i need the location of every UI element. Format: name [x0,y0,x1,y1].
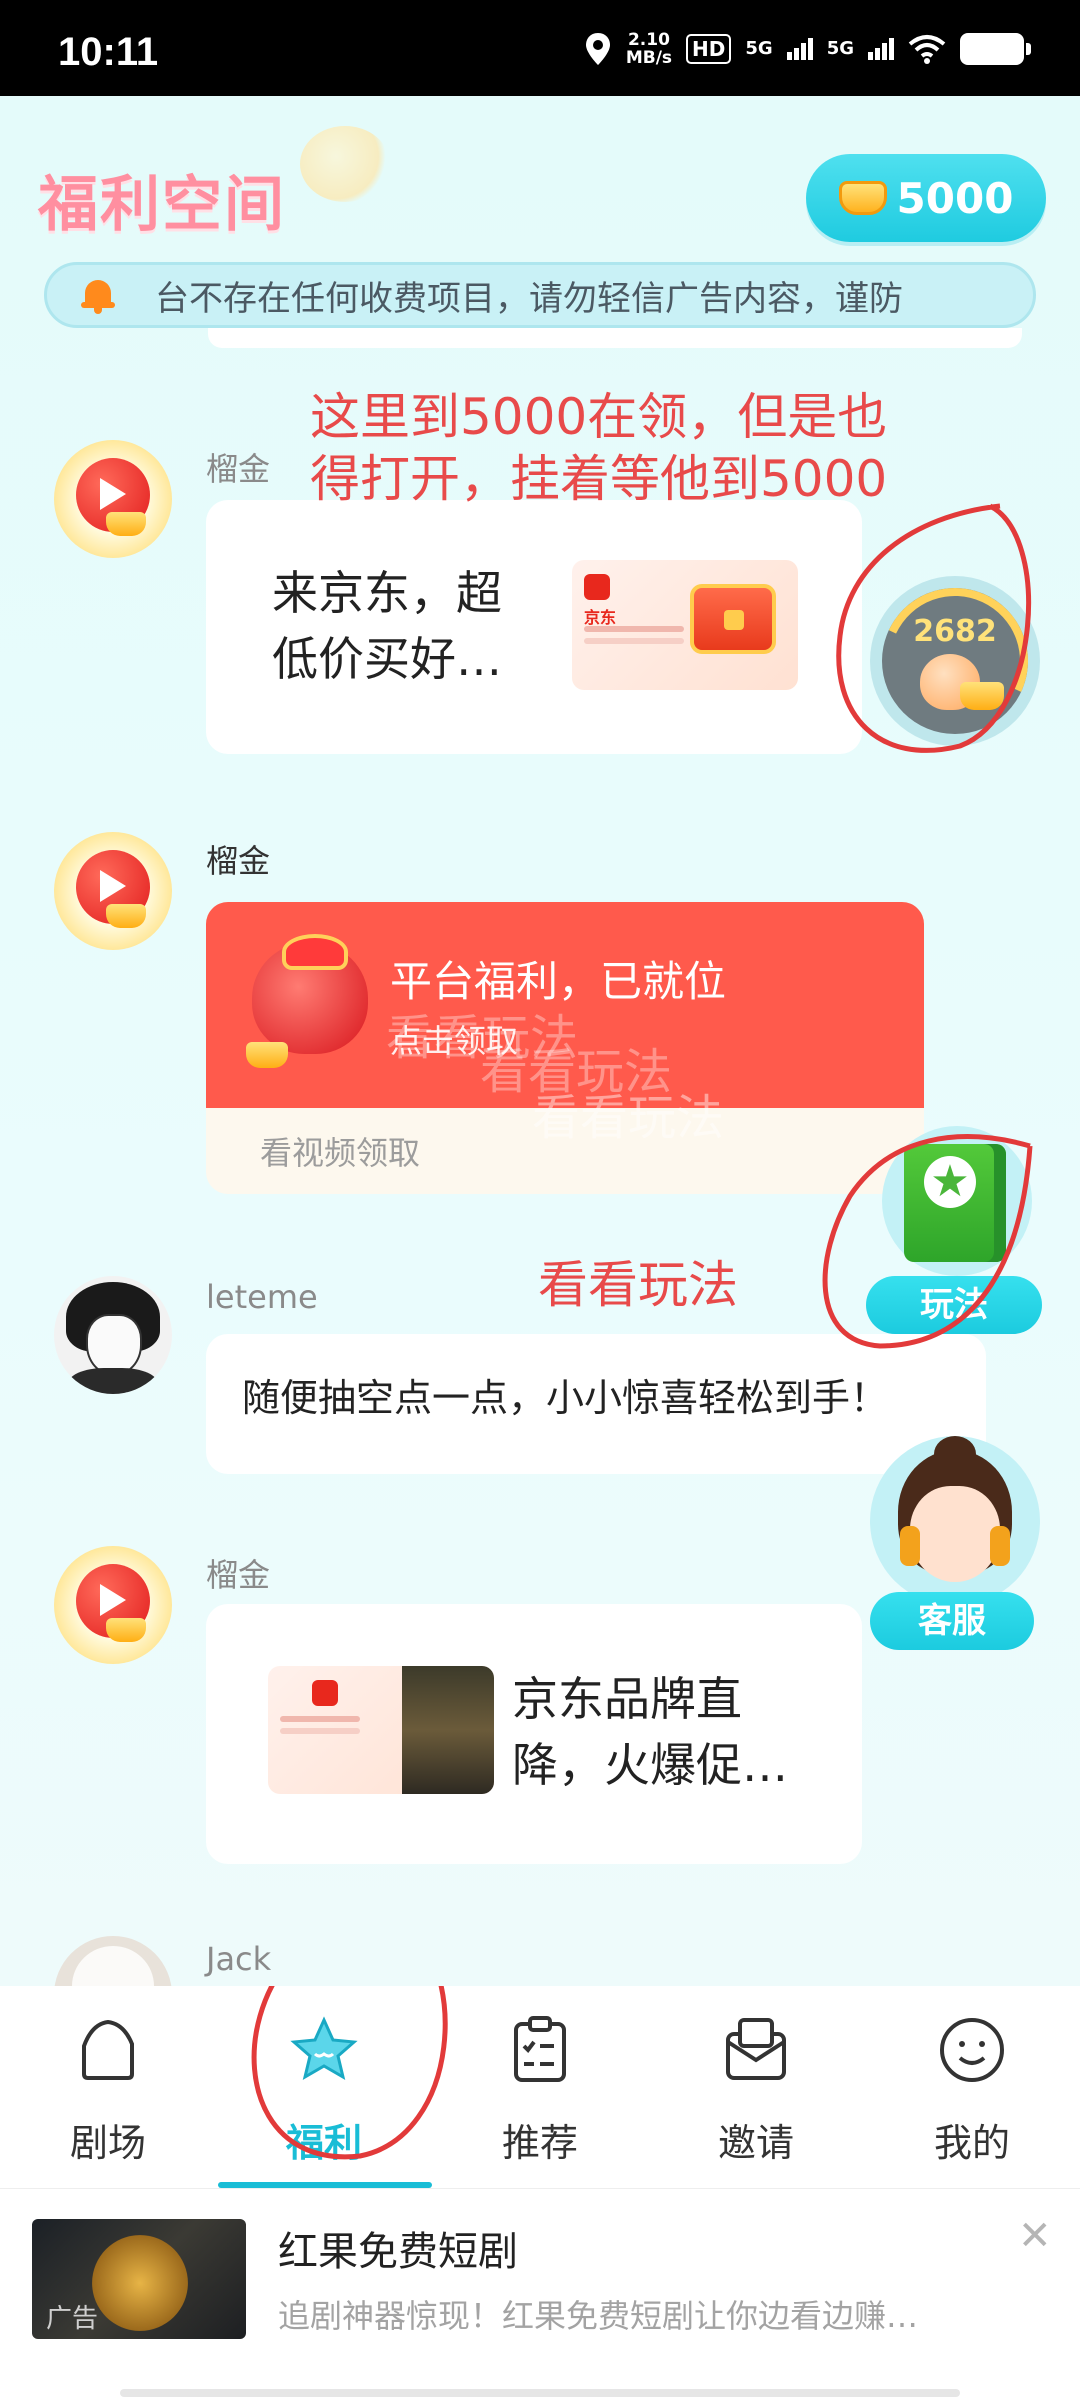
tab-welfare[interactable]: 福利 [216,1986,432,2188]
tab-label: 福利 [285,2121,362,2165]
ad-scroll-indicator [120,2389,960,2397]
welfare-star-icon [290,2016,358,2081]
signal-sim1-icon: 5G [745,38,773,59]
tab-label: 剧场 [69,2121,146,2165]
close-icon[interactable]: ✕ [1018,2213,1052,2259]
recommend-clipboard-icon [514,2016,566,2082]
invite-envelope-icon [726,2018,786,2080]
signal-bars-icon [786,38,813,60]
tab-label: 我的 [933,2121,1010,2165]
tab-theater[interactable]: 剧场 [0,1986,216,2188]
profile-smile-icon [940,2018,1004,2082]
ad-tag: 广告 [46,2304,99,2334]
status-bar: 10:11 2.10 MB/s HD 5G 5G [0,0,1080,96]
theater-icon [82,2019,134,2080]
bottom-ad-banner[interactable]: 广告 红果免费短剧 追剧神器惊现！红果免费短剧让你边看边赚… ✕ [0,2188,1080,2400]
signal-sim2-icon: 5G [826,38,854,59]
tab-recommend[interactable]: 推荐 [432,1986,648,2188]
net-speed: 2.10 MB/s [625,30,673,68]
location-icon [585,33,610,65]
annotation-circle-peach [836,503,1032,753]
ad-description: 追剧神器惊现！红果免费短剧让你边看边赚… [278,2297,919,2335]
welfare-page: 福利空间 5000 台不存在任何收费项目，请勿轻信广告内容，谨防 榴金 来京东，… [0,96,1080,1986]
ad-image: 广告 [32,2219,246,2339]
status-time: 10:11 [58,30,159,74]
signal-bars-2-icon [868,38,894,60]
battery-icon [960,33,1031,65]
tab-label: 邀请 [717,2121,794,2165]
bottom-tab-bar: 剧场 福利 推荐 邀请 我的 [0,1986,1080,2188]
status-icons: 2.10 MB/s HD 5G 5G [584,26,1031,72]
annotation-circles [822,503,1033,1349]
ad-title: 红果免费短剧 [278,2229,518,2275]
tab-invite[interactable]: 邀请 [648,1986,864,2188]
wifi-icon [908,35,946,64]
tab-profile[interactable]: 我的 [864,1986,1080,2188]
tab-label: 推荐 [501,2121,578,2165]
hd-voice-icon: HD [686,34,732,64]
annotation-circle-rules [822,1134,1033,1349]
